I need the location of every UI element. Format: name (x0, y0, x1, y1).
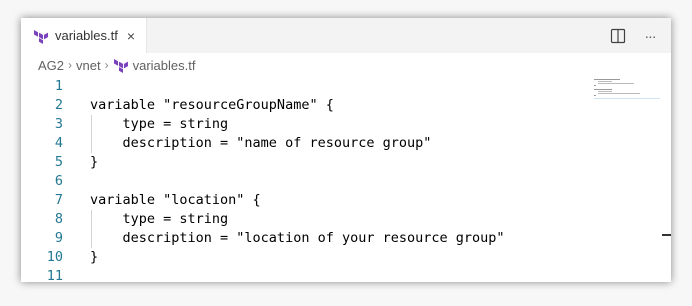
line-number: 4 (54, 135, 63, 151)
line-number: 5 (54, 154, 63, 170)
line-text: variable "location" { (90, 192, 261, 208)
breadcrumb-item-vnet[interactable]: vnet (76, 58, 101, 73)
code-editor[interactable]: 1 2 variable "resourceGroupName" { 3 typ… (21, 76, 671, 282)
code-line: 2 variable "resourceGroupName" { (21, 96, 621, 115)
line-text: } (90, 249, 99, 265)
code-line: 8 type = string (21, 210, 621, 229)
more-actions-icon[interactable]: ··· (641, 27, 659, 45)
indent-guide (91, 115, 92, 153)
code-line: 3 type = string (21, 115, 621, 134)
line-number: 1 (54, 78, 63, 94)
code-line: 9 description = "location of your resour… (21, 229, 621, 248)
code-line: 4 description = "name of resource group" (21, 134, 621, 153)
line-number: 9 (54, 230, 63, 246)
breadcrumb: AG2 › vnet › variables.tf (38, 54, 195, 76)
code-line: 6 (21, 172, 621, 191)
line-number: 3 (54, 116, 63, 132)
scrollbar-marker (662, 234, 671, 236)
close-icon[interactable]: × (127, 29, 135, 43)
tab-label: variables.tf (55, 28, 118, 43)
line-text: description = "location of your resource… (90, 230, 505, 246)
line-text: } (90, 154, 99, 170)
code-line: 10 } (21, 248, 621, 267)
code-line: 7 variable "location" { (21, 191, 621, 210)
chevron-right-icon: › (104, 58, 109, 72)
editor-actions: ··· (609, 18, 659, 53)
line-number: 7 (54, 192, 63, 208)
minimap[interactable] (594, 76, 660, 106)
breadcrumb-item-ag2[interactable]: AG2 (38, 58, 64, 73)
line-text: description = "name of resource group" (90, 135, 432, 151)
terraform-icon (113, 57, 129, 73)
code-line: 5 } (21, 153, 621, 172)
indent-guide (91, 210, 92, 248)
line-text: type = string (90, 211, 229, 227)
terraform-icon (33, 28, 49, 44)
code-line: 11 (21, 267, 621, 282)
chevron-right-icon: › (68, 58, 73, 72)
editor-window: variables.tf × ··· AG2 › vnet › variable… (21, 18, 671, 282)
line-number: 2 (54, 97, 63, 113)
tab-variables-tf[interactable]: variables.tf × (21, 18, 147, 53)
line-number: 10 (46, 249, 63, 265)
breadcrumb-item-file[interactable]: variables.tf (133, 58, 196, 73)
line-text: variable "resourceGroupName" { (90, 97, 334, 113)
code-line: 1 (21, 77, 621, 96)
line-number: 11 (46, 268, 63, 282)
line-text: type = string (90, 116, 229, 132)
split-editor-icon[interactable] (609, 27, 627, 45)
line-number: 8 (54, 211, 63, 227)
line-number: 6 (54, 173, 63, 189)
tab-bar: variables.tf × ··· (21, 18, 671, 53)
